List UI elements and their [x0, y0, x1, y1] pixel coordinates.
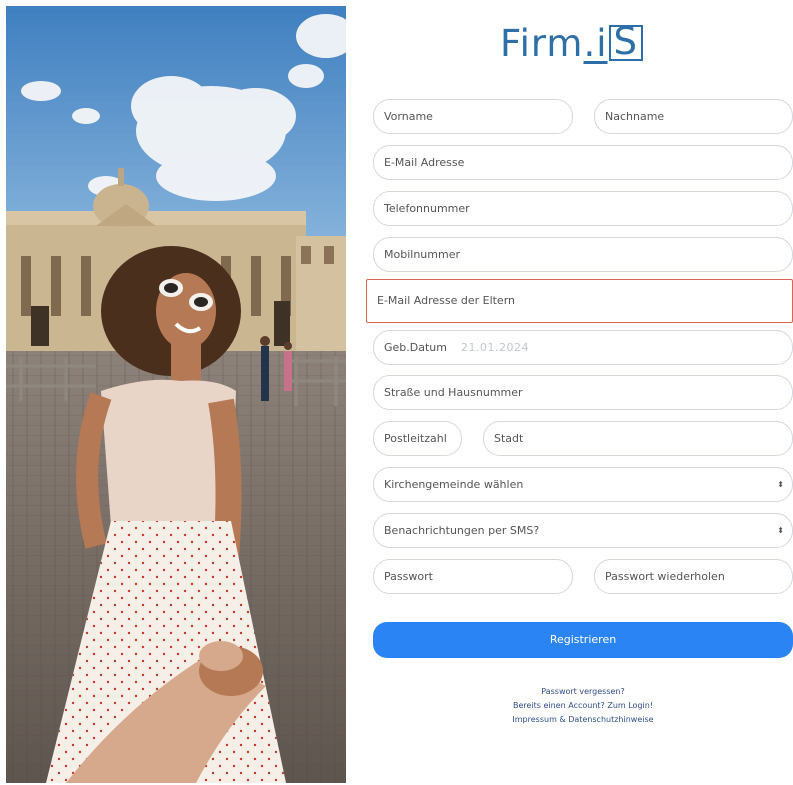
mobile-input[interactable]: Mobilnummer	[373, 237, 793, 272]
zip-placeholder: Postleitzahl	[384, 432, 447, 445]
city-input[interactable]: Stadt	[483, 421, 793, 456]
forgot-password-link[interactable]: Passwort vergessen?	[373, 685, 793, 699]
password-placeholder: Passwort	[384, 570, 433, 583]
footer-links: Passwort vergessen? Bereits einen Accoun…	[373, 685, 793, 727]
sms-select-value: Benachrichtungen per SMS?	[384, 524, 540, 537]
parent-email-placeholder: E-Mail Adresse der Eltern	[377, 294, 516, 307]
password-repeat-input[interactable]: Passwort wiederholen	[594, 559, 793, 594]
sms-select[interactable]: Benachrichtungen per SMS? ⬍	[373, 513, 793, 548]
logo-text: Firm	[500, 22, 584, 65]
last-name-input[interactable]: Nachname	[594, 99, 793, 134]
birthdate-label: Geb.Datum	[384, 341, 447, 354]
password-input[interactable]: Passwort	[373, 559, 573, 594]
logo-dot-i: .i	[583, 22, 608, 65]
city-placeholder: Stadt	[494, 432, 524, 445]
street-placeholder: Straße und Hausnummer	[384, 386, 523, 399]
select-arrows-icon: ⬍	[777, 480, 784, 489]
register-button[interactable]: Registrieren	[373, 622, 793, 658]
phone-placeholder: Telefonnummer	[384, 202, 470, 215]
password-repeat-placeholder: Passwort wiederholen	[605, 570, 725, 583]
zip-input[interactable]: Postleitzahl	[373, 421, 462, 456]
email-input[interactable]: E-Mail Adresse	[373, 145, 793, 180]
select-arrows-icon: ⬍	[777, 526, 784, 535]
imprint-link[interactable]: Impressum & Datenschutzhinweise	[373, 713, 793, 727]
mobile-placeholder: Mobilnummer	[384, 248, 460, 261]
login-link[interactable]: Bereits einen Account? Zum Login!	[373, 699, 793, 713]
email-placeholder: E-Mail Adresse	[384, 156, 465, 169]
first-name-input[interactable]: Vorname	[373, 99, 573, 134]
street-input[interactable]: Straße und Hausnummer	[373, 375, 793, 410]
last-name-placeholder: Nachname	[605, 110, 665, 123]
hero-photo	[6, 6, 346, 783]
first-name-placeholder: Vorname	[384, 110, 433, 123]
brand-logo: Firm.i S	[500, 22, 644, 66]
birthdate-input[interactable]: Geb.Datum 21.01.2024	[373, 330, 793, 365]
parish-select[interactable]: Kirchengemeinde wählen ⬍	[373, 467, 793, 502]
parent-email-input[interactable]: E-Mail Adresse der Eltern	[366, 279, 793, 323]
phone-input[interactable]: Telefonnummer	[373, 191, 793, 226]
logo-boxed-s: S	[608, 23, 644, 61]
birthdate-value: 21.01.2024	[460, 341, 529, 354]
parish-select-value: Kirchengemeinde wählen	[384, 478, 524, 491]
